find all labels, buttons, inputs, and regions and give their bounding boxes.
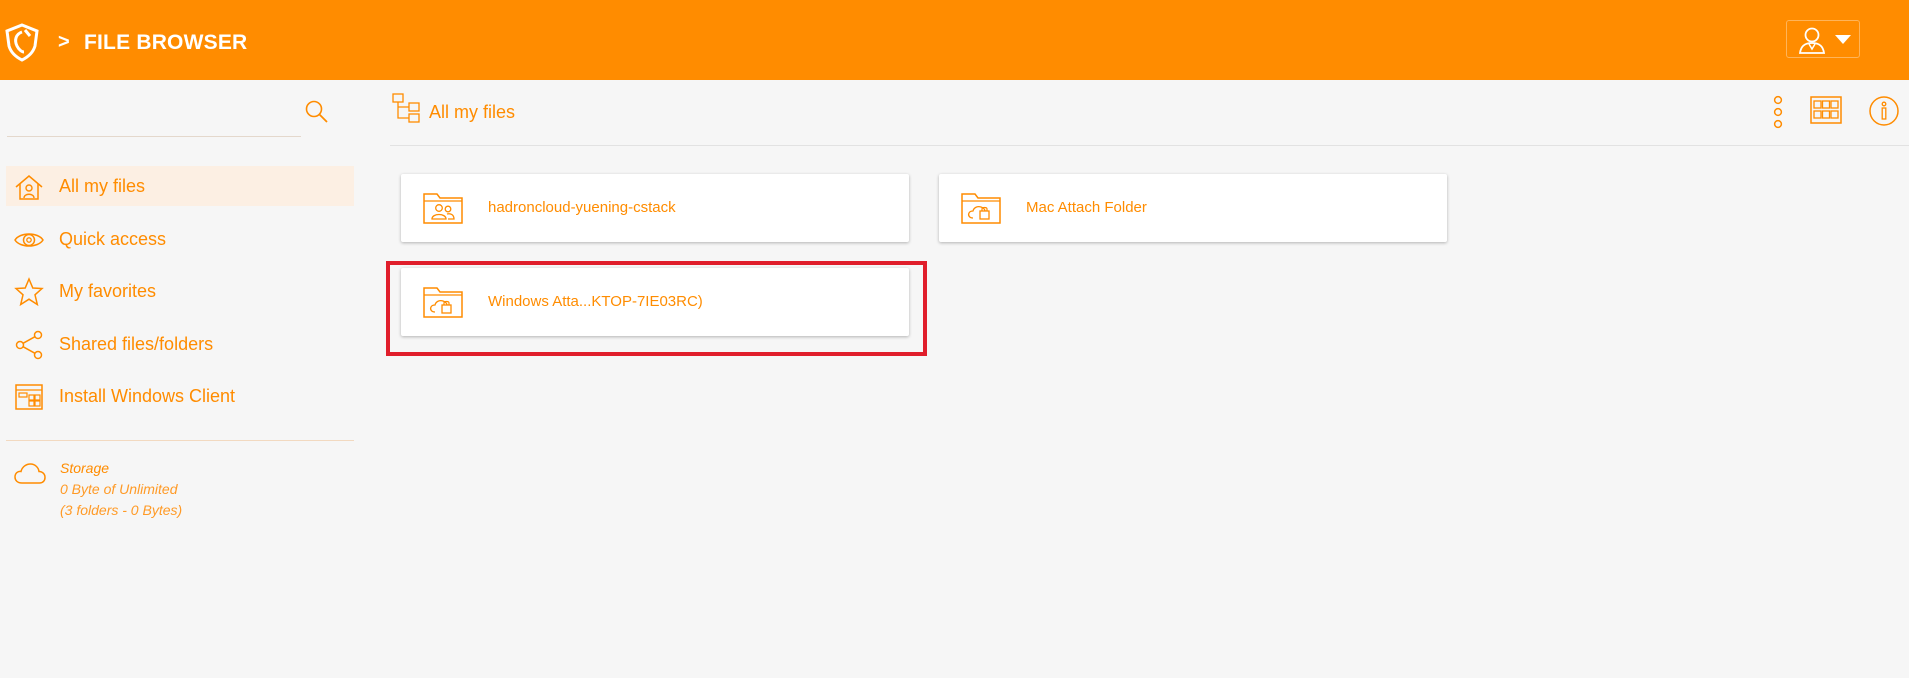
breadcrumb[interactable]: All my files: [429, 102, 515, 123]
search-input[interactable]: [7, 99, 297, 131]
folder-card[interactable]: hadroncloud-yuening-cstack: [401, 174, 909, 242]
top-bar: > FILE BROWSER: [0, 0, 1909, 80]
user-menu-button[interactable]: [1786, 20, 1860, 58]
windows-client-icon: [15, 384, 43, 410]
sidebar-item-all-my-files[interactable]: All my files: [6, 166, 354, 206]
search-box: [7, 95, 301, 137]
sidebar-item-shared-files-folders[interactable]: Shared files/folders: [6, 324, 354, 364]
sidebar-divider: [6, 440, 354, 441]
user-icon: [1798, 27, 1826, 54]
folder-name: hadroncloud-yuening-cstack: [488, 199, 676, 216]
cloud-icon: [14, 463, 46, 484]
more-options-icon[interactable]: [1768, 94, 1788, 130]
sidebar-item-label: Shared files/folders: [59, 334, 214, 354]
search-icon[interactable]: [304, 99, 330, 125]
folder-tree-icon: [392, 93, 420, 123]
shared-folder-icon: [423, 193, 463, 224]
sidebar-item-label: My favorites: [59, 281, 157, 301]
main-divider: [390, 145, 1909, 146]
sidebar-item-label: All my files: [59, 176, 146, 196]
sidebar-item-quick-access[interactable]: Quick access: [6, 219, 354, 259]
eye-icon: [14, 233, 44, 247]
home-icon: [15, 175, 43, 200]
storage-usage: 0 Byte of Unlimited: [60, 481, 178, 497]
page-title[interactable]: FILE BROWSER: [84, 31, 247, 55]
folder-name: Mac Attach Folder: [1026, 199, 1147, 216]
chevron-down-icon: [1835, 35, 1851, 44]
selection-highlight: [386, 261, 927, 356]
share-icon: [15, 330, 43, 360]
storage-title: Storage: [60, 460, 110, 476]
shield-logo-icon[interactable]: [2, 22, 42, 62]
sidebar-item-label: Quick access: [59, 229, 167, 249]
sidebar-item-my-favorites[interactable]: My favorites: [6, 271, 354, 311]
star-icon: [14, 277, 44, 307]
sidebar-item-install-windows-client[interactable]: Install Windows Client: [6, 376, 354, 416]
storage-summary: (3 folders - 0 Bytes): [60, 502, 183, 518]
folder-card[interactable]: Mac Attach Folder: [939, 174, 1447, 242]
info-icon[interactable]: [1868, 95, 1900, 127]
breadcrumb-separator: >: [58, 31, 70, 53]
sidebar-item-label: Install Windows Client: [59, 386, 236, 406]
grid-view-icon[interactable]: [1810, 96, 1842, 124]
cloud-folder-icon: [961, 193, 1001, 224]
